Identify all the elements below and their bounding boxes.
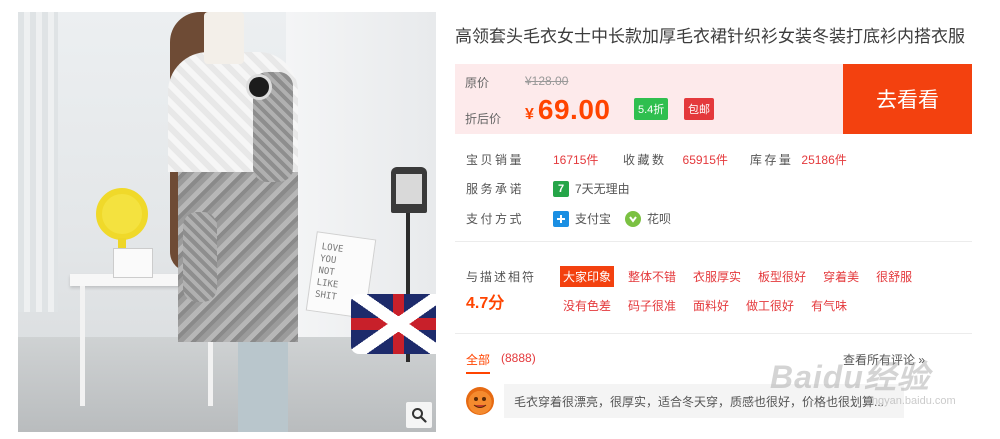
stock-label: 库存量 bbox=[749, 153, 794, 167]
alipay-icon bbox=[553, 210, 569, 227]
discount-price-label: 折后价 bbox=[465, 112, 502, 126]
payment-label: 支付方式 bbox=[466, 212, 525, 226]
impression-tag[interactable]: 面料好 bbox=[690, 295, 732, 316]
description-match-label: 与描述相符 bbox=[466, 270, 537, 284]
photo-union-jack-pillow bbox=[351, 294, 436, 354]
impression-tag[interactable]: 衣服厚实 bbox=[690, 266, 744, 287]
impression-tag[interactable]: 没有色差 bbox=[560, 295, 614, 316]
review-count: (8888) bbox=[501, 351, 536, 365]
sales-label: 宝贝销量 bbox=[466, 153, 525, 167]
alipay-text: 支付宝 bbox=[575, 212, 612, 226]
photo-sweater-sleeve bbox=[183, 212, 217, 302]
product-title[interactable]: 高领套头毛衣女士中长款加厚毛衣裙针织衫女装冬装打底衫内搭衣服 bbox=[455, 22, 965, 47]
impression-tag[interactable]: 很舒服 bbox=[873, 266, 915, 287]
service-row: 服务承诺 7 7天无理由 bbox=[466, 180, 630, 197]
impression-tag[interactable]: 大家印象 bbox=[560, 266, 615, 287]
photo-yellow-clock bbox=[96, 188, 148, 240]
favorites-label: 收藏数 bbox=[623, 153, 667, 167]
currency-symbol: ¥ bbox=[525, 106, 534, 123]
photo-phone bbox=[204, 12, 244, 64]
impression-tag[interactable]: 穿着美 bbox=[820, 266, 862, 287]
original-price: ¥128.00 bbox=[525, 74, 569, 88]
impression-tag[interactable]: 码子很准 bbox=[625, 295, 679, 316]
huabei-icon bbox=[625, 210, 642, 227]
baidu-watermark: Baidu经验 bbox=[770, 359, 930, 395]
current-price-value: 69.00 bbox=[537, 94, 611, 125]
current-price: ¥ 69.00 bbox=[525, 94, 610, 126]
impression-tag[interactable]: 有气味 bbox=[808, 295, 850, 316]
original-price-label: 原价 bbox=[465, 76, 490, 90]
payment-row: 支付方式 支付宝 花呗 bbox=[466, 210, 671, 227]
photo-lantern-glass bbox=[396, 174, 422, 204]
sales-value: 16715件 bbox=[553, 153, 599, 167]
stock-value: 25186件 bbox=[801, 153, 847, 167]
photo-model-legs bbox=[238, 342, 288, 432]
impression-tag[interactable]: 做工很好 bbox=[743, 295, 797, 316]
photo-table-leg bbox=[80, 286, 85, 406]
free-shipping-badge: 包邮 bbox=[684, 98, 714, 120]
product-image[interactable]: LOVE YOU NOT LIKE SHIT bbox=[18, 12, 436, 432]
zoom-icon[interactable] bbox=[406, 402, 432, 428]
service-text: 7天无理由 bbox=[575, 182, 630, 196]
divider bbox=[455, 333, 972, 334]
stats-row: 宝贝销量 16715件 收藏数 65915件 库存量 25186件 bbox=[466, 151, 847, 168]
divider bbox=[455, 241, 972, 242]
discount-badge: 5.4折 bbox=[634, 98, 669, 120]
price-panel: 原价 ¥128.00 折后价 ¥ 69.00 5.4折 包邮 bbox=[455, 64, 843, 134]
avatar bbox=[466, 387, 494, 415]
photo-watch bbox=[246, 74, 272, 100]
impression-tag[interactable]: 板型很好 bbox=[755, 266, 809, 287]
baidu-watermark-url: jingyan.baidu.com bbox=[867, 395, 956, 407]
service-label: 服务承诺 bbox=[466, 182, 525, 196]
photo-small-bag bbox=[113, 248, 153, 278]
huabei-text: 花呗 bbox=[647, 212, 672, 226]
seven-day-return-icon: 7 bbox=[553, 180, 569, 197]
favorites-value: 65915件 bbox=[682, 153, 728, 167]
impression-tag[interactable]: 整体不错 bbox=[625, 266, 679, 287]
tab-all-reviews[interactable]: 全部 bbox=[466, 351, 491, 374]
go-see-button[interactable]: 去看看 bbox=[843, 64, 972, 134]
description-match-score: 4.7分 bbox=[466, 295, 505, 312]
photo-curtain bbox=[18, 12, 58, 312]
impression-tags: 大家印象 整体不错 衣服厚实 板型很好 穿着美 很舒服 没有色差 码子很准 面料… bbox=[560, 266, 920, 316]
